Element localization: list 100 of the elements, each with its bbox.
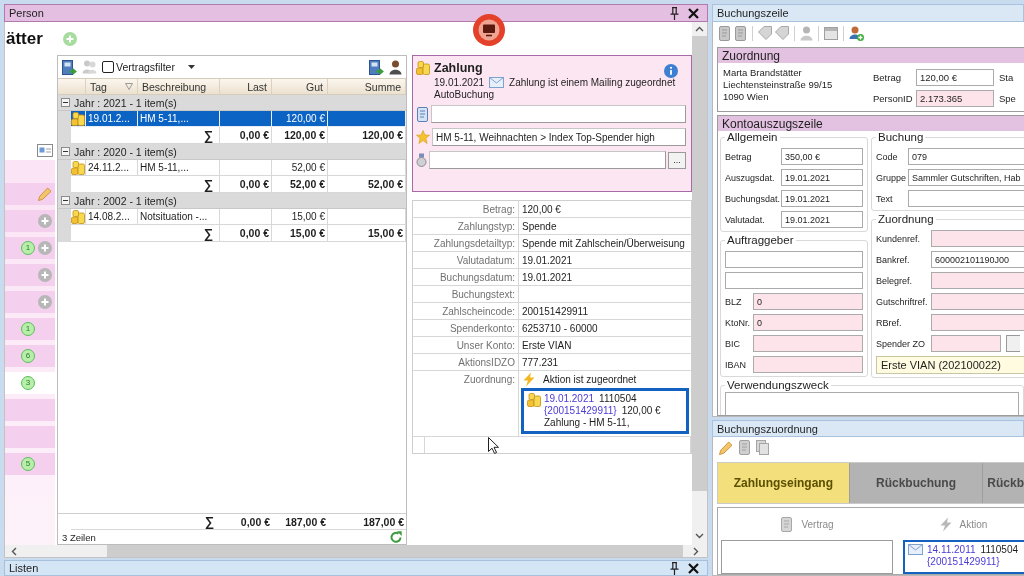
text-field[interactable]: 120,00 €: [916, 69, 994, 86]
column-header[interactable]: Last: [220, 79, 272, 94]
text-field[interactable]: Erste VIAN (202100022): [876, 356, 1024, 374]
field-label: AktionsIDZO: [413, 354, 519, 370]
text-field[interactable]: [908, 190, 1024, 207]
add-icon[interactable]: [38, 268, 52, 282]
tag-icon[interactable]: [775, 26, 789, 40]
text-field[interactable]: [429, 151, 666, 169]
field-label: Sta: [998, 72, 1015, 83]
lightning-icon: [523, 372, 535, 387]
table-row[interactable]: 14.08.2... Notsituation -... 15,00 €: [58, 209, 406, 225]
text-field[interactable]: [725, 272, 863, 289]
copy-icon[interactable]: [756, 440, 769, 455]
text-field[interactable]: 079: [908, 148, 1024, 165]
close-icon[interactable]: [688, 7, 699, 19]
chevron-up-icon[interactable]: [695, 26, 704, 32]
sidebar-item[interactable]: [5, 183, 55, 205]
envelope-icon: [908, 544, 923, 555]
row-count: 3 Zeilen: [62, 531, 96, 543]
pin-icon[interactable]: [670, 6, 679, 20]
sidebar-item[interactable]: 1: [5, 237, 55, 259]
count-badge: 5: [21, 457, 35, 471]
text-field[interactable]: [931, 272, 1024, 289]
add-icon[interactable]: [62, 31, 77, 46]
text-field[interactable]: 350,00 €: [781, 148, 863, 165]
tab[interactable]: Zahlungseingang: [718, 463, 850, 503]
text-area[interactable]: [725, 392, 1019, 415]
column-header[interactable]: Tag: [86, 79, 138, 94]
add-icon[interactable]: [38, 241, 52, 255]
scrollbar-thumb[interactable]: [107, 545, 683, 557]
add-icon[interactable]: [38, 214, 52, 228]
text-field[interactable]: 0: [753, 314, 863, 331]
person-icon[interactable]: [389, 59, 402, 75]
table-row[interactable]: 24.11.2... HM 5-11,... 52,00 €: [58, 160, 406, 176]
text-field[interactable]: 2.173.365: [916, 90, 994, 107]
sidebar-item[interactable]: 3: [5, 372, 55, 394]
monitor-icon[interactable]: [473, 14, 505, 46]
collapse-icon[interactable]: [61, 147, 70, 156]
text-field[interactable]: [725, 251, 863, 268]
document-icon[interactable]: [738, 440, 751, 455]
id-card-icon[interactable]: [37, 143, 53, 157]
close-icon[interactable]: [688, 562, 699, 574]
people-icon[interactable]: [82, 60, 97, 74]
sidebar-item[interactable]: [5, 210, 55, 232]
caret-icon[interactable]: [187, 65, 195, 69]
browse-button[interactable]: [1006, 335, 1020, 352]
collapse-icon[interactable]: [61, 196, 70, 205]
column-header[interactable]: Summe: [328, 79, 406, 94]
text-field[interactable]: [753, 356, 863, 373]
browse-button[interactable]: ...: [668, 151, 686, 169]
text-field[interactable]: Sammler Gutschriften, Hab: [908, 169, 1024, 186]
sidebar-item[interactable]: [5, 291, 55, 313]
document-arrow-icon[interactable]: [369, 59, 384, 75]
pin-icon[interactable]: [670, 561, 679, 575]
text-field[interactable]: [431, 105, 686, 123]
tab[interactable]: Rückb: [983, 463, 1024, 503]
chevron-right-icon[interactable]: [693, 546, 699, 556]
entry-card[interactable]: 14.11.2011 1110504 {200151429911}: [903, 540, 1024, 574]
checkbox-label[interactable]: Vertragsfilter: [116, 61, 175, 73]
tab[interactable]: Rückbuchung: [849, 463, 984, 503]
column-header[interactable]: Gut: [272, 79, 328, 94]
text-field[interactable]: 0: [753, 293, 863, 310]
text-field[interactable]: 600002101190J00: [931, 251, 1024, 268]
pencil-icon[interactable]: [38, 187, 52, 201]
window-icon[interactable]: [824, 26, 838, 40]
document-icon[interactable]: [718, 25, 731, 41]
sidebar-item[interactable]: 6: [5, 345, 55, 367]
collapse-icon[interactable]: [61, 98, 70, 107]
text-field[interactable]: [931, 335, 1001, 352]
add-person-icon[interactable]: [849, 25, 864, 41]
list-box[interactable]: [721, 540, 893, 574]
horizontal-scrollbar[interactable]: [5, 545, 707, 557]
checkbox[interactable]: [102, 61, 114, 73]
table-cell: 15,00 €: [272, 225, 328, 242]
text-field[interactable]: [931, 314, 1024, 331]
table-row[interactable]: 19.01.2... HM 5-11,... 120,00 €: [58, 111, 406, 127]
document-icon[interactable]: [734, 25, 747, 41]
table-cell: HM 5-11,...: [138, 160, 220, 176]
chevron-down-icon[interactable]: [695, 533, 704, 539]
sort-icon[interactable]: [125, 83, 133, 90]
entry-card[interactable]: 19.01.2021 1110504 {200151429911} 120,00 € Zahlung - HM 5-11,: [521, 388, 689, 434]
add-icon[interactable]: [38, 295, 52, 309]
text-field[interactable]: 19.01.2021: [781, 211, 863, 228]
info-icon[interactable]: [664, 63, 678, 78]
column-header[interactable]: Beschreibung: [138, 79, 220, 94]
field-label: Valutadatum:: [413, 252, 519, 268]
sidebar-item[interactable]: 5: [5, 453, 55, 475]
chevron-left-icon[interactable]: [11, 546, 17, 556]
sidebar-item[interactable]: [5, 264, 55, 286]
document-arrow-icon[interactable]: [62, 59, 77, 75]
refresh-icon[interactable]: [390, 531, 402, 543]
text-field[interactable]: [931, 230, 1024, 247]
sidebar-item[interactable]: 1: [5, 318, 55, 340]
text-field[interactable]: 19.01.2021: [781, 169, 863, 186]
pencil-icon[interactable]: [719, 440, 733, 455]
text-field[interactable]: [931, 293, 1024, 310]
tag-icon[interactable]: [758, 26, 772, 40]
text-field[interactable]: [753, 335, 863, 352]
text-field[interactable]: 19.01.2021: [781, 190, 863, 207]
text-field[interactable]: HM 5-11, Weihnachten > Index Top-Spender high: [432, 128, 686, 146]
